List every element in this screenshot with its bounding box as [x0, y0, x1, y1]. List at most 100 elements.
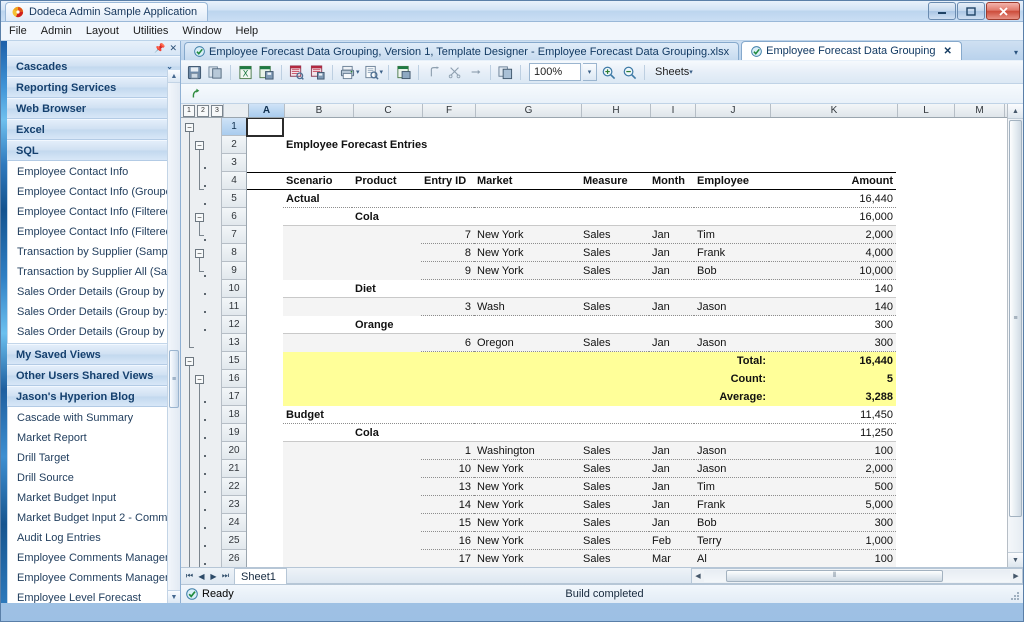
- cell-I[interactable]: [649, 406, 694, 424]
- cell-I[interactable]: Jan: [649, 298, 694, 316]
- sheet-nav-next-button[interactable]: ▶: [208, 572, 219, 581]
- cell-I[interactable]: [649, 352, 694, 370]
- cell-C[interactable]: Cola: [352, 208, 421, 226]
- row-header-5[interactable]: 5: [222, 190, 246, 208]
- cell-A[interactable]: [247, 316, 283, 334]
- hscroll-left-button[interactable]: ◀: [692, 572, 704, 580]
- zoom-in-icon[interactable]: [599, 63, 618, 82]
- cell-M[interactable]: [953, 352, 1003, 370]
- cell-B[interactable]: [283, 262, 352, 280]
- cell-B[interactable]: [283, 496, 352, 514]
- sidebar-scroll-up-button[interactable]: ▲: [168, 70, 180, 83]
- row-header-1[interactable]: 1: [222, 118, 246, 136]
- cell-G[interactable]: Oregon: [474, 334, 580, 352]
- cell-A[interactable]: [247, 496, 283, 514]
- cell-F[interactable]: [421, 190, 474, 208]
- cell-C[interactable]: [352, 370, 421, 388]
- cell-K[interactable]: [769, 154, 896, 172]
- cell-M[interactable]: [953, 478, 1003, 496]
- cell-B[interactable]: [283, 460, 352, 478]
- refresh-icon[interactable]: [187, 84, 206, 103]
- cell-G[interactable]: [474, 316, 580, 334]
- cell-F[interactable]: [421, 406, 474, 424]
- cell-C[interactable]: [352, 460, 421, 478]
- row-header-23[interactable]: 23: [222, 496, 246, 514]
- cell-H[interactable]: Sales: [580, 262, 649, 280]
- cell-A[interactable]: [247, 172, 283, 190]
- cell-H[interactable]: [580, 154, 649, 172]
- sidebar-item[interactable]: Audit Log Entries: [8, 528, 179, 548]
- sidebar-section-header[interactable]: Cascades ⌄: [7, 56, 180, 77]
- row-header-8[interactable]: 8: [222, 244, 246, 262]
- sidebar-item[interactable]: Market Budget Input: [8, 488, 179, 508]
- row-header-6[interactable]: 6: [222, 208, 246, 226]
- cell-M[interactable]: [953, 442, 1003, 460]
- cell-K[interactable]: [769, 118, 896, 136]
- cell-H[interactable]: [580, 208, 649, 226]
- cell-H[interactable]: Sales: [580, 550, 649, 567]
- zoom-dropdown-icon[interactable]: ▾: [583, 63, 598, 81]
- cell-M[interactable]: [953, 532, 1003, 550]
- outline-collapse-button[interactable]: −: [195, 213, 204, 222]
- column-header-k[interactable]: K: [771, 104, 898, 117]
- cell-K[interactable]: [769, 136, 896, 154]
- column-header-c[interactable]: C: [354, 104, 423, 117]
- outline-level-3-button[interactable]: 3: [211, 104, 223, 117]
- cell-G[interactable]: [474, 406, 580, 424]
- cell-J[interactable]: Tim: [694, 226, 769, 244]
- cell-K[interactable]: 500: [769, 478, 896, 496]
- cell-M[interactable]: [953, 370, 1003, 388]
- cell-F[interactable]: 8: [421, 244, 474, 262]
- cell-G[interactable]: [474, 154, 580, 172]
- outline-collapse-button[interactable]: −: [185, 357, 194, 366]
- cell-G[interactable]: New York: [474, 262, 580, 280]
- sidebar-item[interactable]: Cascade with Summary: [8, 408, 179, 428]
- cell-A[interactable]: [247, 550, 283, 567]
- cell-M[interactable]: [953, 208, 1003, 226]
- cell-F[interactable]: [421, 316, 474, 334]
- cell-L[interactable]: [896, 406, 953, 424]
- outdent-icon[interactable]: [466, 63, 485, 82]
- column-header-j[interactable]: J: [696, 104, 771, 117]
- row-header-17[interactable]: 17: [222, 388, 246, 406]
- sidebar-item[interactable]: Drill Source: [8, 468, 179, 488]
- document-tab-designer[interactable]: Employee Forecast Data Grouping, Version…: [184, 42, 740, 60]
- cell-M[interactable]: [953, 190, 1003, 208]
- cell-L[interactable]: [896, 532, 953, 550]
- menu-item-admin[interactable]: Admin: [41, 25, 72, 37]
- cell-F[interactable]: [421, 280, 474, 298]
- grid-vertical-scrollbar[interactable]: ▲ ≡ ▼: [1007, 104, 1023, 567]
- cell-K[interactable]: 16,440: [769, 190, 896, 208]
- cell-I[interactable]: Jan: [649, 514, 694, 532]
- cell-K[interactable]: 1,000: [769, 532, 896, 550]
- cell-M[interactable]: [953, 172, 1003, 190]
- cell-F[interactable]: 14: [421, 496, 474, 514]
- cell-G[interactable]: [474, 424, 580, 442]
- cell-G[interactable]: New York: [474, 460, 580, 478]
- cell-H[interactable]: [580, 118, 649, 136]
- row-header-20[interactable]: 20: [222, 442, 246, 460]
- cell-J[interactable]: [694, 280, 769, 298]
- column-header-g[interactable]: G: [476, 104, 582, 117]
- cell-C[interactable]: [352, 190, 421, 208]
- excel-save-icon[interactable]: [257, 63, 276, 82]
- cell-I[interactable]: Mar: [649, 550, 694, 567]
- cell-G[interactable]: [474, 136, 580, 154]
- view-refresh-icon[interactable]: [287, 63, 306, 82]
- zoom-input[interactable]: 100%: [529, 63, 582, 81]
- cell-B[interactable]: [283, 280, 352, 298]
- cell-G[interactable]: New York: [474, 244, 580, 262]
- row-header-9[interactable]: 9: [222, 262, 246, 280]
- cell-F[interactable]: 1: [421, 442, 474, 460]
- cell-A[interactable]: [247, 406, 283, 424]
- sidebar-item[interactable]: Employee Contact Info (Grouped by...: [8, 182, 179, 202]
- sidebar-section-header[interactable]: SQL⌃: [7, 140, 180, 161]
- hscroll-thumb[interactable]: ⦀: [726, 570, 943, 582]
- close-icon[interactable]: ✕: [169, 43, 177, 53]
- cell-M[interactable]: [953, 244, 1003, 262]
- cell-L[interactable]: [896, 352, 953, 370]
- cell-L[interactable]: [896, 478, 953, 496]
- cell-H[interactable]: [580, 316, 649, 334]
- cell-H[interactable]: [580, 352, 649, 370]
- cell-A[interactable]: [247, 442, 283, 460]
